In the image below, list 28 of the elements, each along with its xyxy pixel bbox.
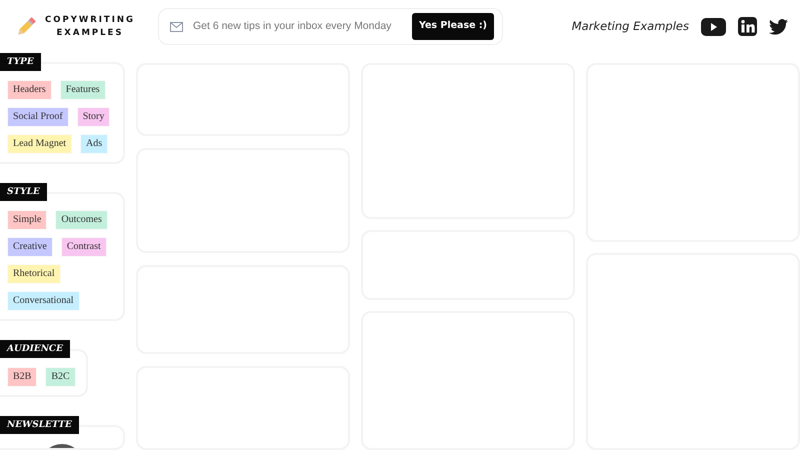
twitter-icon[interactable]: [769, 18, 788, 34]
filter-tag[interactable]: Outcomes: [55, 210, 108, 230]
filter-tag[interactable]: Creative: [7, 237, 53, 257]
filter-tag[interactable]: Conversational: [7, 291, 80, 311]
envelope-icon: [170, 22, 183, 32]
email-field[interactable]: Get 6 new tips in your inbox every Monday: [190, 18, 404, 36]
pencil-icon: [15, 16, 37, 38]
subscribe-button[interactable]: Yes Please :): [412, 13, 494, 40]
filter-tag[interactable]: Contrast: [60, 237, 107, 257]
filter-tag[interactable]: Story: [76, 107, 110, 127]
filter-tag[interactable]: Features: [60, 80, 106, 100]
filter-tag[interactable]: Rhetorical: [7, 264, 61, 284]
subscribe-field[interactable]: Get 6 new tips in your inbox every Monday Yes Please :): [158, 8, 503, 45]
filter-tag[interactable]: Social Proof: [7, 107, 69, 127]
filter-tag[interactable]: Lead Magnet: [7, 134, 72, 154]
marketing-examples-link[interactable]: Marketing Examples: [572, 18, 689, 36]
section-label: STYLE: [0, 183, 47, 201]
filter-tag[interactable]: B2B: [7, 367, 38, 387]
logo-text[interactable]: COPYWRITING EXAMPLES: [45, 14, 135, 40]
section-label: TYPE: [0, 53, 41, 71]
linkedin-icon[interactable]: [738, 17, 757, 36]
section-label: AUDIENCE: [0, 340, 70, 358]
youtube-icon[interactable]: [701, 18, 726, 36]
filter-tag[interactable]: Ads: [80, 134, 108, 154]
section-label: NEWSLETTE: [0, 416, 79, 434]
filter-tag[interactable]: Simple: [7, 210, 48, 230]
filter-tag[interactable]: Headers: [7, 80, 52, 100]
filter-tag[interactable]: B2C: [45, 367, 76, 387]
